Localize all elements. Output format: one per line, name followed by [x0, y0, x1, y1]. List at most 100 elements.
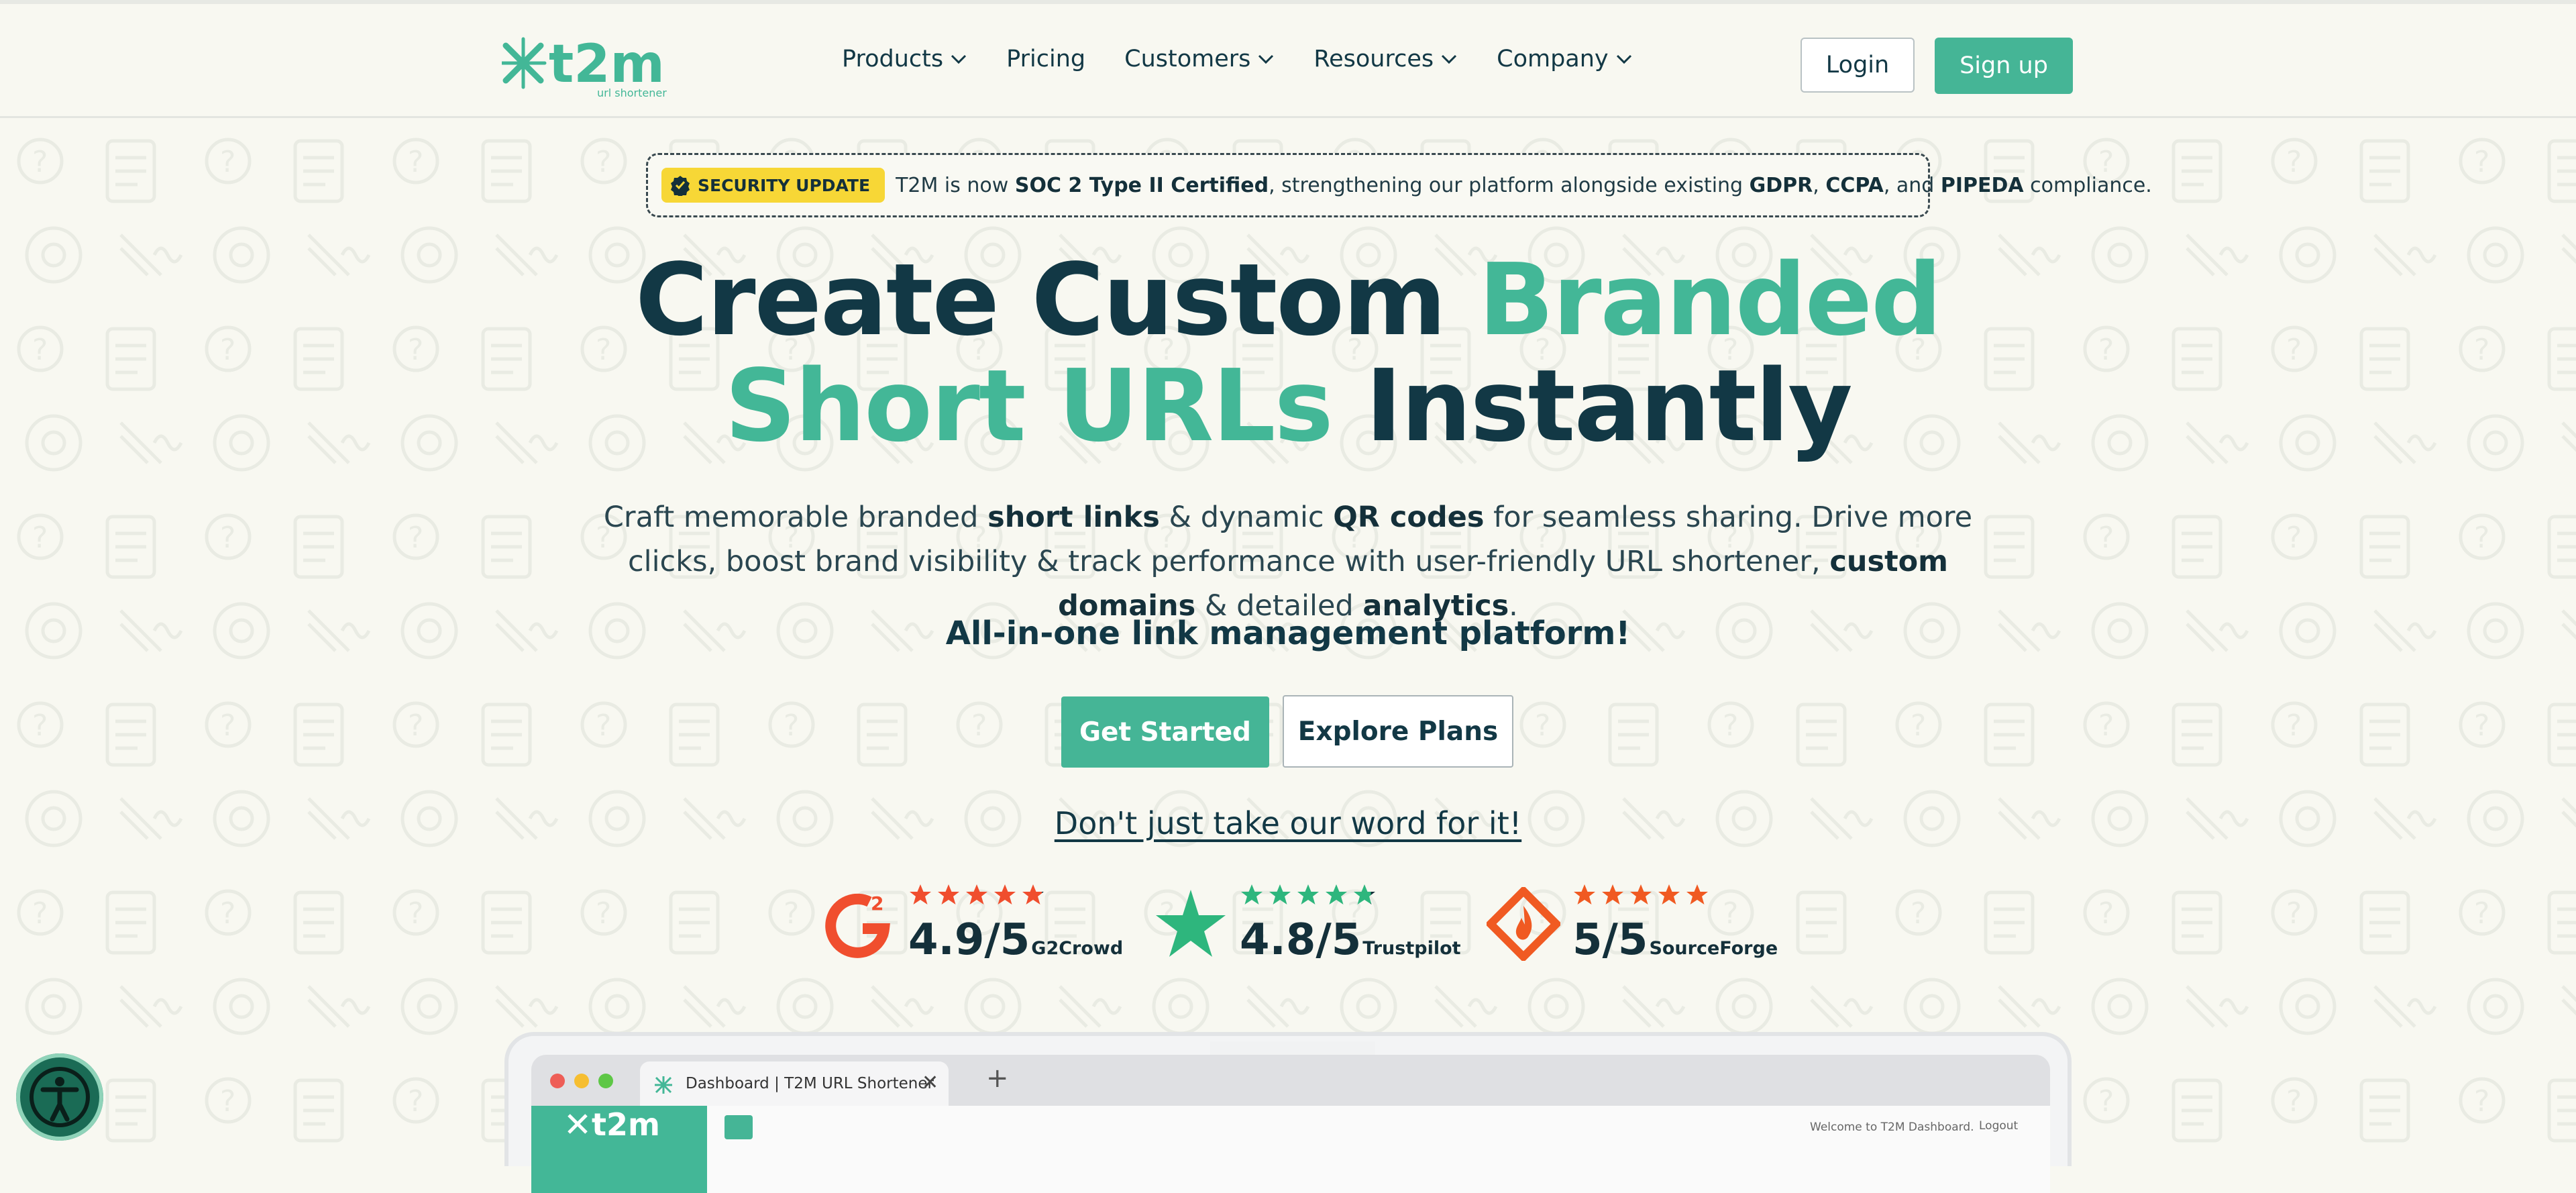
- browser-tab: Dashboard | T2M URL Shortener ✕: [640, 1061, 949, 1106]
- close-icon: ✕: [922, 1071, 939, 1094]
- star-icon: [1574, 884, 1595, 904]
- nav-company-label: Company: [1497, 46, 1609, 72]
- security-update-banner[interactable]: SECURITY UPDATE T2M is now SOC 2 Type II…: [646, 153, 2152, 217]
- accessibility-button[interactable]: [16, 1053, 103, 1141]
- nav-customers[interactable]: Customers: [1124, 46, 1275, 72]
- sub-bold: QR codes: [1333, 501, 1485, 534]
- star-icon: [1630, 884, 1652, 904]
- star-icon: [1602, 884, 1623, 904]
- nav-resources-label: Resources: [1313, 46, 1434, 72]
- dashboard-preview: Dashboard | T2M URL Shortener ✕ + t2m We…: [504, 1032, 2072, 1193]
- star-icon: [994, 884, 1016, 904]
- dashboard-welcome: Welcome to T2M Dashboard.: [1810, 1121, 1974, 1134]
- nav-customers-label: Customers: [1124, 46, 1251, 72]
- testimonials-link[interactable]: Don't just take our word for it!: [0, 805, 2576, 841]
- chevron-down-icon: [1442, 54, 1457, 64]
- verified-check-icon: [671, 176, 690, 196]
- trustpilot-star-icon: [1156, 890, 1226, 957]
- chevron-down-icon: [951, 54, 967, 64]
- sub-bold: short links: [987, 501, 1160, 534]
- tab-title: Dashboard | T2M URL Shortener: [686, 1075, 934, 1092]
- rating-score: 4.9/5 G2Crowd: [908, 915, 1123, 965]
- rating-score: 4.8/5 Trustpilot: [1240, 915, 1461, 965]
- rating-trustpilot[interactable]: 4.8/5 Trustpilot: [1154, 883, 1461, 970]
- svg-text:t2m: t2m: [592, 1106, 660, 1143]
- banner-soc2: SOC 2 Type II Certified: [1014, 173, 1269, 197]
- rating-g2crowd[interactable]: 2 4.9/5 G2Crowd: [822, 883, 1123, 970]
- hero-title: Create Custom Branded Short URLs Instant…: [0, 247, 2576, 459]
- chevron-down-icon: [1616, 54, 1631, 64]
- nav-links: Products Pricing Customers Resources Com…: [842, 46, 1672, 72]
- tagline: All-in-one link management platform!: [945, 615, 1631, 652]
- sourceforge-logo-icon: [1487, 887, 1560, 961]
- banner-text-1: T2M is now: [896, 173, 1015, 197]
- hero-title-accent: Short URLs: [724, 348, 1333, 464]
- g2-logo-icon: 2: [825, 892, 890, 958]
- banner-ccpa: CCPA: [1825, 173, 1884, 197]
- dashboard-logo-mark: t2m: [568, 1106, 660, 1143]
- nav-products-label: Products: [842, 46, 944, 72]
- banner-text: T2M is now SOC 2 Type II Certified, stre…: [896, 174, 2152, 197]
- banner-gdpr: GDPR: [1749, 173, 1813, 197]
- banner-text-3: ,: [1813, 173, 1826, 197]
- close-dot-icon: [550, 1074, 565, 1088]
- rating-source: SourceForge: [1649, 938, 1778, 959]
- svg-text:2: 2: [871, 892, 883, 915]
- star-icon: [1354, 884, 1375, 904]
- dashboard-page: t2m Welcome to T2M Dashboard. Logout: [531, 1106, 2050, 1193]
- sub-text: Craft memorable branded: [603, 501, 988, 534]
- star-icon: [966, 884, 987, 904]
- browser-chrome: Dashboard | T2M URL Shortener ✕ + t2m We…: [531, 1055, 2050, 1193]
- hero-title-part: Create Custom: [635, 242, 1479, 358]
- signup-button[interactable]: Sign up: [1935, 38, 2073, 94]
- get-started-button[interactable]: Get Started: [1061, 696, 1269, 768]
- badge-label: SECURITY UPDATE: [698, 175, 871, 195]
- nav-resources[interactable]: Resources: [1313, 46, 1458, 72]
- new-tab-icon: +: [986, 1063, 1009, 1094]
- rating-value: 4.8/5: [1240, 915, 1362, 965]
- rating-sourceforge[interactable]: 5/5 SourceForge: [1487, 883, 1778, 970]
- dashboard-logo: t2m: [531, 1106, 707, 1193]
- star-icon: [1686, 884, 1708, 904]
- banner-text-4: , and: [1883, 173, 1941, 197]
- rating-value: 5/5: [1572, 915, 1648, 965]
- star-icon: [1269, 884, 1291, 904]
- star-icon: [1297, 884, 1319, 904]
- star-icon: [1022, 884, 1044, 904]
- maximize-dot-icon: [598, 1074, 613, 1088]
- banner-text-2: , strengthening our platform alongside e…: [1269, 173, 1750, 197]
- chevron-down-icon: [1258, 54, 1274, 64]
- nav-pricing-label: Pricing: [1006, 46, 1086, 72]
- star-icon: [1658, 884, 1680, 904]
- star-icon: [1241, 884, 1263, 904]
- rating-stars: [1572, 883, 1709, 907]
- nav-pricing[interactable]: Pricing: [1006, 46, 1085, 72]
- rating-value: 4.9/5: [908, 915, 1030, 965]
- rating-score: 5/5 SourceForge: [1572, 915, 1778, 965]
- login-button[interactable]: Login: [1801, 38, 1915, 93]
- star-icon: [910, 884, 931, 904]
- t2m-logo[interactable]: t2m url shortener: [502, 32, 676, 99]
- star-icon: [1326, 884, 1347, 904]
- hero-title-accent: Branded: [1478, 242, 1942, 358]
- hamburger-menu-icon: [724, 1115, 753, 1139]
- star-icon: [938, 884, 959, 904]
- banner-text-5: compliance.: [2023, 173, 2152, 197]
- nav-company[interactable]: Company: [1497, 46, 1633, 72]
- hero-title-line-2: Short URLs Instantly: [0, 353, 2576, 459]
- rating-source: Trustpilot: [1362, 938, 1461, 959]
- banner-pipeda: PIPEDA: [1940, 173, 2024, 197]
- svg-text:t2m: t2m: [549, 34, 665, 95]
- rating-stars: [1240, 883, 1377, 907]
- nav-products[interactable]: Products: [842, 46, 967, 72]
- accessibility-icon: [30, 1067, 90, 1127]
- svg-text:url shortener: url shortener: [597, 87, 667, 99]
- sub-text: & dynamic: [1159, 501, 1334, 534]
- t2m-favicon-icon: [655, 1076, 672, 1094]
- hero-title-line-1: Create Custom Branded: [0, 247, 2576, 353]
- security-update-badge: SECURITY UPDATE: [661, 168, 885, 203]
- hero-subtitle: Craft memorable branded short links & dy…: [570, 495, 2006, 628]
- explore-plans-button[interactable]: Explore Plans: [1283, 695, 1513, 768]
- hero-title-part: Instantly: [1332, 348, 1852, 464]
- rating-stars: [908, 883, 1045, 907]
